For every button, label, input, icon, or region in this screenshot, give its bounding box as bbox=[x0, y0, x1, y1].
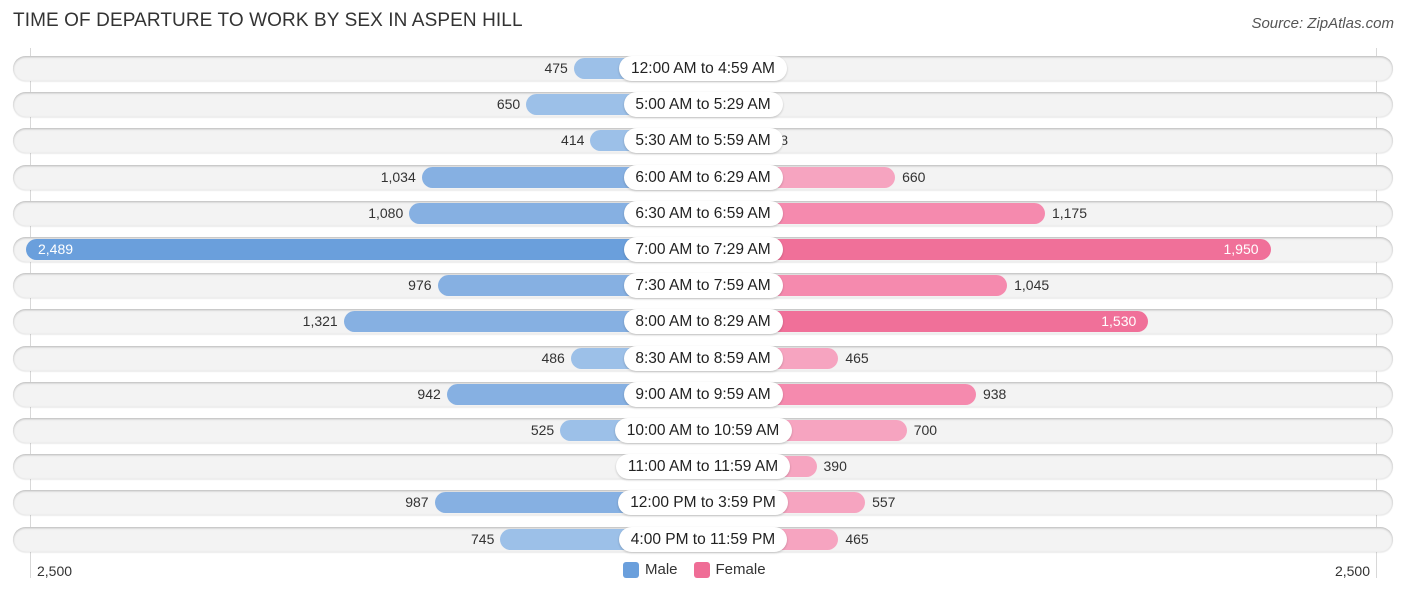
chart-title: TIME OF DEPARTURE TO WORK BY SEX IN ASPE… bbox=[13, 10, 523, 31]
category-label: 12:00 PM to 3:59 PM bbox=[618, 490, 788, 516]
legend-label-female: Female bbox=[715, 561, 766, 578]
category-label: 9:00 AM to 9:59 AM bbox=[623, 381, 783, 407]
value-label-male: 1,080 bbox=[368, 204, 404, 221]
category-label: 4:00 PM to 11:59 PM bbox=[619, 526, 787, 552]
legend: Male Female bbox=[623, 561, 776, 578]
category-label: 6:00 AM to 6:29 AM bbox=[623, 164, 783, 190]
value-label-female: 1,950 bbox=[1223, 241, 1259, 257]
value-label-male: 942 bbox=[417, 385, 441, 402]
category-label: 6:30 AM to 6:59 AM bbox=[623, 200, 783, 226]
category-label: 12:00 AM to 4:59 AM bbox=[619, 56, 787, 81]
bar-male bbox=[25, 239, 703, 260]
value-label-male: 987 bbox=[405, 494, 429, 511]
source-label: Source: ZipAtlas.com bbox=[1251, 15, 1394, 32]
chart-container: TIME OF DEPARTURE TO WORK BY SEX IN ASPE… bbox=[0, 0, 1406, 595]
legend-swatch-male bbox=[623, 561, 639, 578]
value-label-female: 390 bbox=[823, 458, 847, 475]
value-label-male: 1,034 bbox=[380, 168, 416, 185]
value-label-female: 1,175 bbox=[1051, 204, 1088, 221]
value-label-female: 1,045 bbox=[1014, 277, 1050, 294]
value-label-male: 745 bbox=[471, 530, 495, 547]
category-label: 5:00 AM to 5:29 AM bbox=[623, 92, 783, 118]
category-label: 5:30 AM to 5:59 AM bbox=[623, 128, 783, 154]
value-label-male: 650 bbox=[496, 96, 521, 113]
category-label: 11:00 AM to 11:59 AM bbox=[616, 454, 790, 480]
value-label-male: 525 bbox=[530, 422, 555, 438]
value-label-female: 465 bbox=[845, 530, 869, 547]
value-label-female: 465 bbox=[845, 349, 869, 366]
legend-item-male: Male bbox=[623, 561, 678, 578]
value-label-male: 414 bbox=[561, 132, 585, 149]
category-label: 7:30 AM to 7:59 AM bbox=[623, 273, 783, 299]
category-label: 8:00 AM to 8:29 AM bbox=[623, 309, 783, 335]
legend-swatch-female bbox=[693, 561, 710, 578]
value-label-male: 976 bbox=[408, 277, 432, 294]
value-label-female: 1,530 bbox=[1101, 313, 1137, 330]
category-label: 10:00 AM to 10:59 AM bbox=[614, 418, 792, 443]
category-label: 8:30 AM to 8:59 AM bbox=[623, 345, 783, 371]
axis-label-right: 2,500 bbox=[1334, 563, 1370, 579]
value-label-female: 660 bbox=[902, 168, 926, 185]
value-label-male: 475 bbox=[544, 60, 568, 76]
value-label-male: 1,321 bbox=[302, 313, 338, 330]
value-label-female: 938 bbox=[982, 385, 1007, 402]
legend-item-female: Female bbox=[693, 561, 766, 578]
value-label-female: 700 bbox=[913, 422, 938, 438]
bar-female bbox=[703, 239, 1271, 260]
category-label: 7:00 AM to 7:29 AM bbox=[623, 237, 783, 262]
axis-label-left: 2,500 bbox=[37, 563, 73, 579]
value-label-male: 486 bbox=[541, 349, 565, 366]
value-label-female: 557 bbox=[872, 494, 896, 511]
value-label-male: 2,489 bbox=[37, 241, 74, 257]
legend-label-male: Male bbox=[645, 561, 678, 578]
